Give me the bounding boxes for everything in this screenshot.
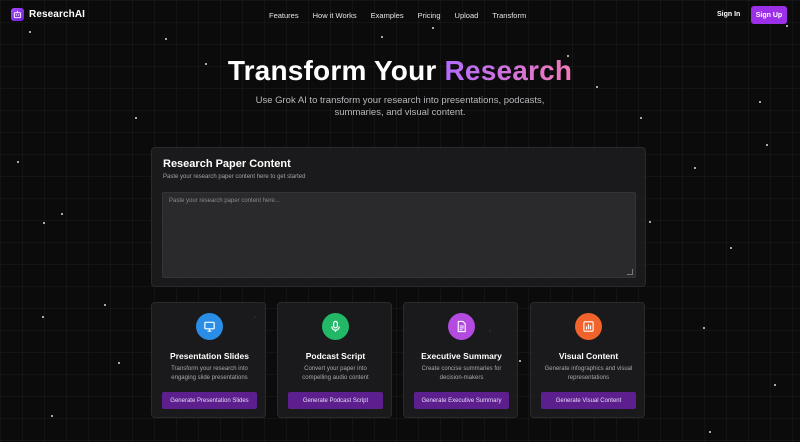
card-podcast-script: Podcast Script Convert your paper into c… — [277, 302, 392, 418]
hero-title-accent: Research — [444, 55, 573, 86]
research-input-panel: Research Paper Content Paste your resear… — [151, 147, 646, 287]
generate-podcast-script-button[interactable]: Generate Podcast Script — [288, 392, 383, 409]
card-description: Generate infographics and visual represe… — [544, 366, 633, 381]
robot-icon — [11, 8, 24, 21]
card-executive-summary: Executive Summary Create concise summari… — [403, 302, 518, 418]
hero-title: Transform Your Research — [0, 55, 800, 87]
document-icon — [448, 313, 475, 340]
sign-in-link[interactable]: Sign In — [717, 11, 740, 18]
card-title: Podcast Script — [305, 351, 366, 361]
generate-presentation-slides-button[interactable]: Generate Presentation Slides — [162, 392, 257, 409]
nav-link-transform[interactable]: Transform — [492, 11, 526, 20]
research-content-textarea[interactable] — [162, 192, 636, 278]
nav-links: Features How it Works Examples Pricing U… — [269, 11, 526, 20]
generate-visual-content-button[interactable]: Generate Visual Content — [541, 392, 636, 409]
card-description: Convert your paper into compelling audio… — [302, 366, 369, 381]
hero-title-plain: Transform Your — [227, 55, 437, 86]
card-visual-content: Visual Content Generate infographics and… — [530, 302, 645, 418]
nav-link-examples[interactable]: Examples — [371, 11, 404, 20]
sign-up-button[interactable]: Sign Up — [751, 6, 787, 24]
resize-handle[interactable] — [627, 269, 633, 275]
panel-title: Research Paper Content — [163, 158, 291, 170]
nav-link-upload[interactable]: Upload — [455, 11, 479, 20]
presentation-icon — [196, 313, 223, 340]
hero-subtitle: Use Grok AI to transform your research i… — [255, 95, 545, 118]
top-navbar: ResearchAI Features How it Works Example… — [0, 0, 800, 32]
generate-executive-summary-button[interactable]: Generate Executive Summary — [414, 392, 509, 409]
nav-link-how-it-works[interactable]: How it Works — [313, 11, 357, 20]
nav-link-pricing[interactable]: Pricing — [418, 11, 441, 20]
brand-name: ResearchAI — [29, 9, 86, 20]
microphone-icon — [322, 313, 349, 340]
bar-chart-icon — [575, 313, 602, 340]
card-description: Create concise summaries for decision-ma… — [421, 366, 502, 381]
card-description: Transform your research into engaging sl… — [171, 366, 248, 381]
card-title: Presentation Slides — [170, 351, 249, 361]
card-presentation-slides: Presentation Slides Transform your resea… — [151, 302, 266, 418]
panel-subtitle: Paste your research paper content here t… — [163, 174, 306, 180]
card-title: Executive Summary — [421, 351, 502, 361]
nav-link-features[interactable]: Features — [269, 11, 299, 20]
brand-logo[interactable]: ResearchAI — [11, 8, 85, 21]
card-title: Visual Content — [558, 351, 619, 361]
